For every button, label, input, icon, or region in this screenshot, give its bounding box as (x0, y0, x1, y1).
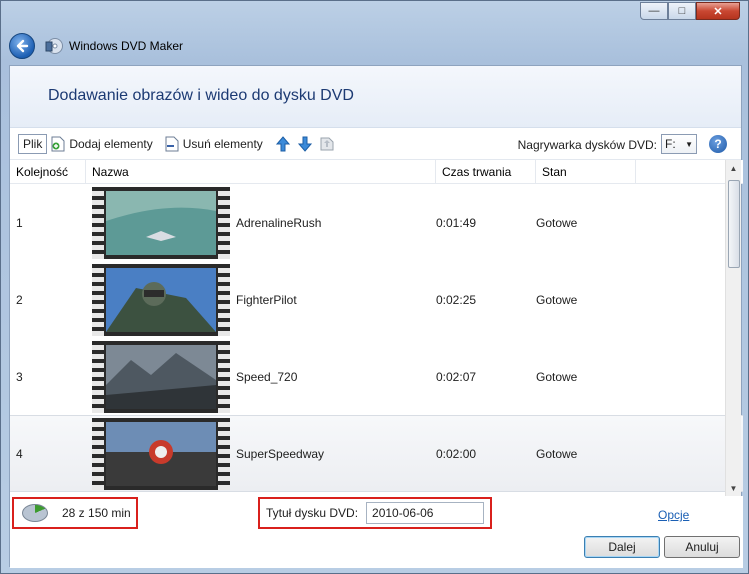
options-link[interactable]: Opcje (658, 508, 689, 522)
video-thumbnail (92, 186, 230, 259)
item-name: Speed_720 (236, 369, 298, 384)
item-state: Gotowe (536, 292, 578, 307)
help-icon-glyph: ? (714, 137, 722, 151)
back-arrow-icon (16, 39, 29, 53)
list-item[interactable]: 3 Speed_720 0:02:07 Gotowe (10, 338, 743, 415)
scrollbar-thumb[interactable] (728, 180, 740, 268)
disc-title-input[interactable]: 2010-06-06 (366, 502, 485, 524)
remove-items-label: Usuń elementy (182, 136, 263, 151)
main-content: Dodawanie obrazów i wideo do dysku DVD P… (9, 65, 743, 568)
burner-select-value: F: (665, 137, 676, 151)
scroll-down-icon[interactable]: ▼ (726, 480, 741, 496)
item-order: 3 (16, 369, 23, 384)
item-name: AdrenalineRush (236, 215, 322, 230)
window-title: Windows DVD Maker (69, 39, 184, 53)
help-icon[interactable]: ? (709, 135, 727, 153)
move-down-icon[interactable] (297, 136, 313, 152)
column-header-spacer (636, 160, 724, 183)
maximize-button[interactable]: □ (668, 2, 696, 20)
video-thumbnail (92, 417, 230, 490)
item-properties-icon[interactable] (319, 136, 335, 152)
video-thumbnail (92, 263, 230, 336)
item-state: Gotowe (536, 369, 578, 384)
page-title: Dodawanie obrazów i wideo do dysku DVD (48, 87, 354, 104)
column-header-order[interactable]: Kolejność (10, 160, 86, 183)
add-items-label: Dodaj elementy (69, 136, 153, 151)
column-header-state[interactable]: Stan (536, 160, 636, 183)
list-item-selected[interactable]: 4 SuperSpeedway 0:02:00 Gotowe (10, 415, 743, 492)
list-item[interactable]: 1 AdrenalineRush 0:01:49 Gotowe (10, 184, 743, 261)
footer: 28 z 150 min Tytuł dysku DVD: 2010-06-06… (10, 496, 743, 568)
list-item[interactable]: 2 FighterPilot 0:02:25 Gotowe (10, 261, 743, 338)
item-duration: 0:02:00 (436, 446, 477, 461)
column-header-name[interactable]: Nazwa (86, 160, 436, 183)
dvd-maker-app-icon (45, 38, 63, 54)
add-items-icon (51, 136, 65, 151)
disc-usage-text: 28 z 150 min (62, 506, 131, 520)
scroll-up-icon[interactable]: ▲ (726, 160, 741, 176)
minimize-button[interactable]: — (640, 2, 668, 20)
video-thumbnail (92, 340, 230, 413)
toolbar: Plik Dodaj elementy Usuń elementy Nagryw… (10, 128, 741, 160)
move-up-icon[interactable] (275, 135, 291, 152)
burner-label: Nagrywarka dysków DVD: (517, 138, 657, 152)
cancel-button[interactable]: Anuluj (664, 536, 740, 558)
media-list: Kolejność Nazwa Czas trwania Stan 1 Adre… (10, 160, 743, 496)
item-duration: 0:02:25 (436, 292, 477, 307)
remove-items-button[interactable]: Usuń elementy (165, 136, 263, 152)
page-banner: Dodawanie obrazów i wideo do dysku DVD (10, 66, 741, 128)
file-menu-button[interactable]: Plik (18, 133, 48, 154)
item-state: Gotowe (536, 446, 578, 461)
item-name: SuperSpeedway (236, 446, 325, 461)
title-bar: Windows DVD Maker (9, 31, 183, 61)
next-button[interactable]: Dalej (584, 536, 660, 558)
item-order: 1 (16, 215, 23, 230)
item-duration: 0:02:07 (436, 369, 477, 384)
item-order: 2 (16, 292, 23, 307)
back-button[interactable] (9, 33, 35, 59)
remove-items-icon (165, 136, 179, 151)
item-duration: 0:01:49 (436, 215, 477, 230)
disc-title-group: Tytuł dysku DVD: 2010-06-06 (258, 497, 492, 529)
burner-select[interactable]: F: ▼ (661, 134, 697, 154)
list-scrollbar[interactable]: ▲ ▼ (725, 160, 741, 496)
disc-title-label: Tytuł dysku DVD: (266, 506, 359, 520)
disc-usage-indicator: 28 z 150 min (12, 497, 138, 529)
list-header: Kolejność Nazwa Czas trwania Stan (10, 160, 743, 184)
close-button[interactable]: ✕ (696, 2, 740, 20)
disc-usage-pie-icon (22, 504, 48, 522)
add-items-button[interactable]: Dodaj elementy (51, 136, 153, 152)
caption-buttons: — □ ✕ (640, 2, 740, 20)
column-header-duration[interactable]: Czas trwania (436, 160, 536, 183)
item-name: FighterPilot (236, 292, 297, 307)
item-order: 4 (16, 446, 23, 461)
chevron-down-icon: ▼ (685, 139, 693, 149)
item-state: Gotowe (536, 215, 578, 230)
window-frame: — □ ✕ Windows DVD Maker Dodawanie obrazó… (0, 0, 749, 574)
